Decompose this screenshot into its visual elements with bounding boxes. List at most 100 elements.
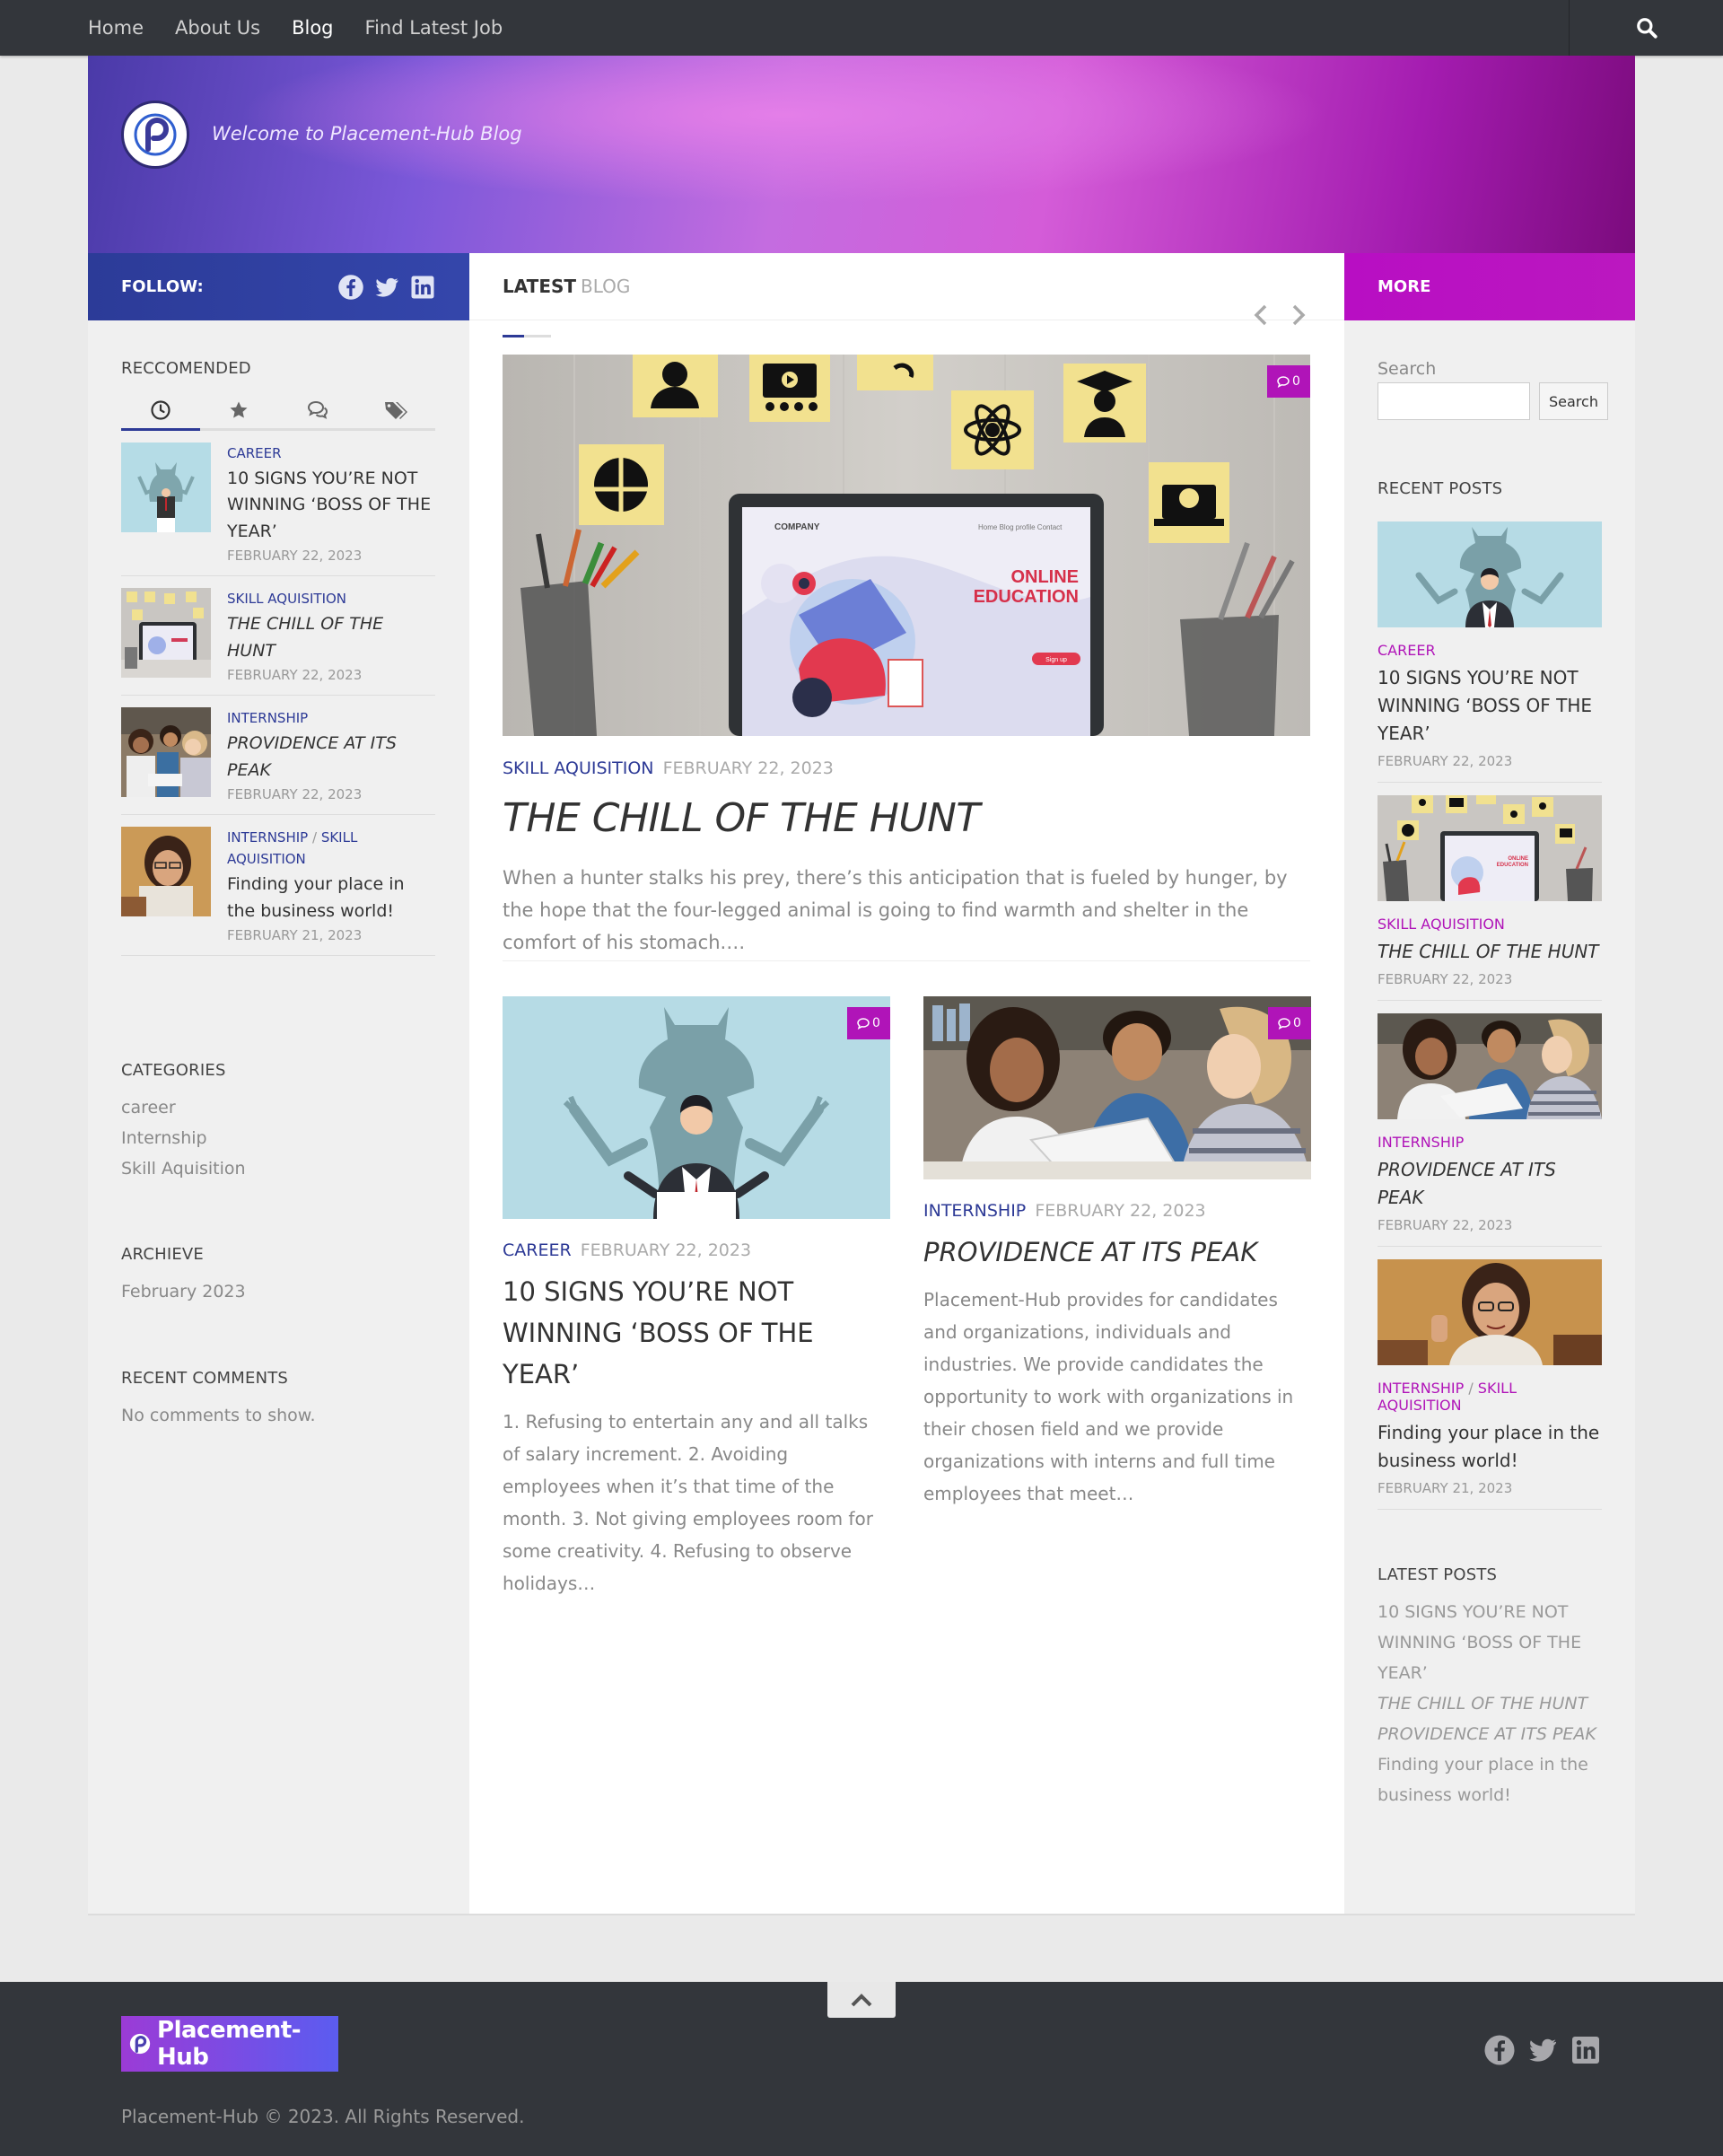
- post-category[interactable]: INTERNSHIP: [923, 1201, 1026, 1221]
- follow-bar: FOLLOW:: [88, 253, 469, 320]
- category-link-skill-aquisition[interactable]: Skill Aquisition: [121, 1153, 435, 1184]
- post-category[interactable]: INTERNSHIP: [1378, 1134, 1602, 1151]
- post-card-image[interactable]: 0: [923, 996, 1311, 1179]
- twitter-icon[interactable]: [1526, 2034, 1559, 2066]
- chevron-left-icon[interactable]: [1251, 303, 1271, 327]
- screen-title-1: ONLINE: [1508, 856, 1528, 862]
- category-separator: /: [311, 829, 318, 846]
- more-label: MORE: [1378, 277, 1431, 296]
- post-title[interactable]: PROVIDENCE AT ITS PEAK: [923, 1231, 1311, 1273]
- list-item[interactable]: CAREER 10 SIGNS YOU’RE NOT WINNING ‘BOSS…: [121, 431, 435, 577]
- clock-icon: [151, 400, 171, 420]
- list-item[interactable]: INTERNSHIP / SKILL AQUISITION Finding yo…: [1378, 1247, 1602, 1510]
- list-item[interactable]: INTERNSHIP / SKILL AQUISITION Finding yo…: [121, 815, 435, 956]
- post-card-providence: 0 INTERNSHIP FEBRUARY 22, 2023 PROVIDENC…: [923, 996, 1311, 1510]
- post-meta: INTERNSHIP FEBRUARY 22, 2023: [923, 1201, 1311, 1221]
- post-title[interactable]: PROVIDENCE AT ITS PEAK: [1378, 1156, 1602, 1212]
- post-thumbnail[interactable]: [1378, 521, 1602, 627]
- more-bar: MORE: [1344, 253, 1635, 320]
- featured-post-image[interactable]: COMPANY Home Blog profile Contact ONLINE…: [503, 355, 1310, 736]
- post-card-image[interactable]: 0: [503, 996, 890, 1219]
- list-item[interactable]: INTERNSHIP PROVIDENCE AT ITS PEAK FEBRUA…: [1378, 1001, 1602, 1247]
- search-icon: [1636, 18, 1657, 39]
- list-item[interactable]: INTERNSHIP PROVIDENCE AT ITS PEAK FEBRUA…: [121, 696, 435, 816]
- archive-link[interactable]: February 2023: [121, 1276, 435, 1307]
- search-toggle-button[interactable]: [1569, 0, 1723, 56]
- comment-count-badge[interactable]: 0: [1267, 365, 1310, 398]
- latest-post-link[interactable]: PROVIDENCE AT ITS PEAK: [1378, 1719, 1602, 1749]
- screen-nav: Home Blog profile Contact: [978, 523, 1063, 531]
- nav-blog[interactable]: Blog: [292, 17, 333, 39]
- post-title[interactable]: PROVIDENCE AT ITS PEAK: [227, 731, 435, 784]
- nav-find-latest-job[interactable]: Find Latest Job: [365, 17, 503, 39]
- post-category[interactable]: INTERNSHIP: [227, 707, 435, 729]
- nav-about-us[interactable]: About Us: [175, 17, 260, 39]
- screen-brand: COMPANY: [774, 522, 820, 532]
- linkedin-icon[interactable]: [409, 274, 436, 301]
- post-title[interactable]: THE CHILL OF THE HUNT: [227, 611, 435, 664]
- screen-title-2: EDUCATION: [1497, 863, 1528, 868]
- follow-label: FOLLOW:: [121, 277, 204, 296]
- post-thumbnail[interactable]: ONLINE EDUCATION: [1378, 795, 1602, 901]
- post-title[interactable]: 10 SIGNS YOU’RE NOT WINNING ‘BOSS OF THE…: [1378, 664, 1602, 748]
- latest-post-link[interactable]: 10 SIGNS YOU’RE NOT WINNING ‘BOSS OF THE…: [1378, 1597, 1602, 1688]
- post-title[interactable]: THE CHILL OF THE HUNT: [1378, 938, 1602, 966]
- post-title[interactable]: Finding your place in the business world…: [227, 872, 435, 925]
- search-button[interactable]: Search: [1539, 382, 1608, 420]
- copyright-text: Placement-Hub © 2023. All Rights Reserve…: [121, 2106, 525, 2127]
- post-category[interactable]: SKILL AQUISITION: [1378, 916, 1602, 933]
- featured-post-title[interactable]: THE CHILL OF THE HUNT: [503, 795, 980, 841]
- post-category[interactable]: CAREER: [503, 1240, 572, 1260]
- latest-post-link[interactable]: Finding your place in the business world…: [1378, 1749, 1602, 1810]
- post-category[interactable]: SKILL AQUISITION: [227, 588, 435, 609]
- post-thumbnail[interactable]: [1378, 1013, 1602, 1119]
- post-thumbnail[interactable]: [121, 827, 211, 917]
- post-category[interactable]: CAREER: [1378, 642, 1602, 659]
- comment-count-badge[interactable]: 0: [847, 1007, 890, 1039]
- recent-posts-widget: RECENT POSTS CAREER 10 SIGNS YOU’RE NOT …: [1378, 479, 1602, 1510]
- post-category[interactable]: CAREER: [227, 443, 435, 464]
- post-thumbnail[interactable]: [1378, 1259, 1602, 1365]
- footer-logo[interactable]: Placement-Hub: [121, 2016, 338, 2072]
- post-card-boss: 0 CAREER FEBRUARY 22, 2023 10 SIGNS YOU’…: [503, 996, 890, 1599]
- category-link-internship[interactable]: Internship: [121, 1123, 435, 1153]
- facebook-icon[interactable]: [337, 274, 364, 301]
- tab-recent[interactable]: [121, 392, 200, 431]
- latest-post-link[interactable]: THE CHILL OF THE HUNT: [1378, 1688, 1602, 1719]
- list-item[interactable]: CAREER 10 SIGNS YOU’RE NOT WINNING ‘BOSS…: [1378, 509, 1602, 783]
- no-comments-text: No comments to show.: [121, 1406, 316, 1425]
- post-thumbnail[interactable]: [121, 707, 211, 798]
- post-title[interactable]: 10 SIGNS YOU’RE NOT WINNING ‘BOSS OF THE…: [503, 1271, 890, 1395]
- placement-hub-logo-icon: [132, 111, 179, 158]
- tab-tags[interactable]: [357, 392, 436, 428]
- back-to-top-button[interactable]: [827, 1982, 896, 2018]
- twitter-icon[interactable]: [373, 274, 400, 301]
- list-item[interactable]: ONLINE EDUCATION SKILL AQUISITION THE CHI…: [1378, 783, 1602, 1001]
- categories-title: CATEGORIES: [121, 1061, 226, 1080]
- post-title[interactable]: 10 SIGNS YOU’RE NOT WINNING ‘BOSS OF THE…: [227, 466, 435, 545]
- linkedin-icon[interactable]: [1570, 2034, 1602, 2066]
- tab-popular[interactable]: [200, 392, 279, 428]
- post-title[interactable]: Finding your place in the business world…: [1378, 1419, 1602, 1475]
- category-link[interactable]: INTERNSHIP: [1378, 1380, 1464, 1397]
- category-link-career[interactable]: career: [121, 1092, 435, 1123]
- search-input[interactable]: [1378, 382, 1530, 420]
- post-category[interactable]: SKILL AQUISITION: [503, 758, 654, 778]
- nav-home[interactable]: Home: [88, 17, 144, 39]
- post-date: FEBRUARY 21, 2023: [1378, 1480, 1513, 1496]
- facebook-icon[interactable]: [1483, 2034, 1516, 2066]
- main-content-wrapper: FOLLOW: RECCOMENDED CAREER 10 SIGNS YOU’…: [88, 253, 1635, 1915]
- site-logo[interactable]: [121, 101, 189, 169]
- list-item[interactable]: SKILL AQUISITION THE CHILL OF THE HUNT F…: [121, 576, 435, 697]
- recent-comments-title: RECENT COMMENTS: [121, 1369, 289, 1388]
- chevron-right-icon[interactable]: [1289, 303, 1308, 327]
- tab-comments[interactable]: [278, 392, 357, 428]
- category-link[interactable]: INTERNSHIP: [227, 829, 308, 846]
- comment-count: 0: [872, 1016, 880, 1030]
- post-thumbnail[interactable]: [121, 588, 211, 679]
- slider-indicator: [503, 335, 551, 337]
- social-icons: [337, 274, 436, 301]
- comment-count-badge[interactable]: 0: [1268, 1007, 1311, 1039]
- post-date: FEBRUARY 21, 2023: [227, 926, 363, 943]
- post-thumbnail[interactable]: [121, 443, 211, 532]
